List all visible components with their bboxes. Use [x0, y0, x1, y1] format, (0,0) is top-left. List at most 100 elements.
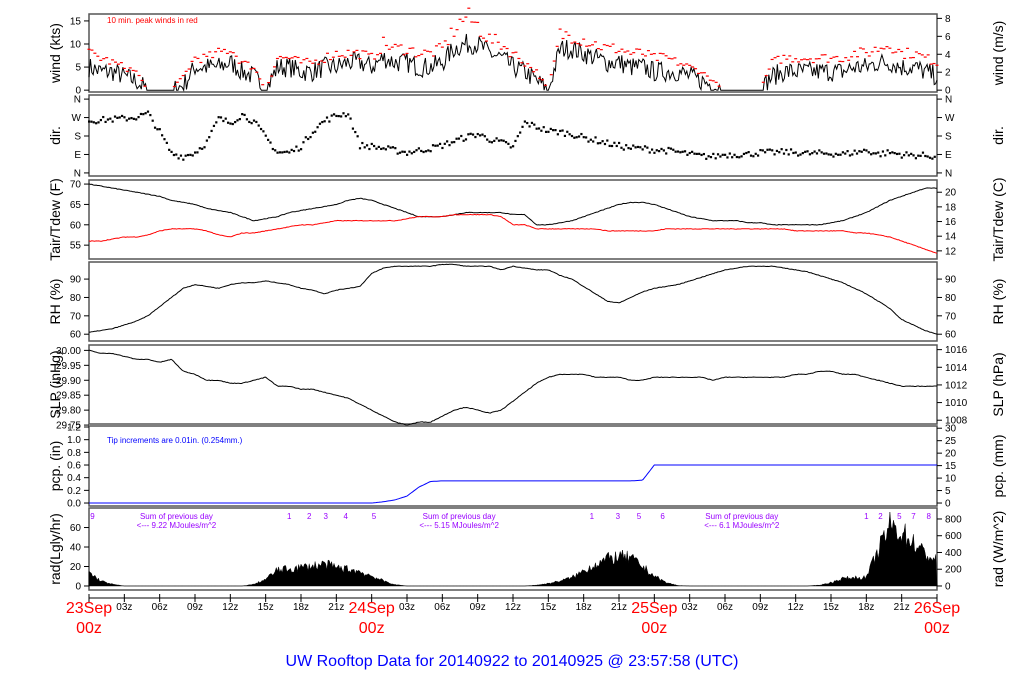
- direction-point: [679, 151, 682, 154]
- direction-point: [759, 148, 762, 152]
- x-tick-label: 21z: [611, 602, 627, 613]
- direction-point: [441, 146, 444, 150]
- y-tick-right-label: 12: [945, 246, 957, 257]
- direction-point: [766, 148, 769, 151]
- direction-point: [519, 131, 522, 134]
- panel-wind: [84, 7, 942, 93]
- direction-point: [118, 116, 121, 119]
- panel-frame: [88, 261, 938, 342]
- direction-point: [632, 144, 635, 147]
- y-axis-label: rad(Lgly/hr): [47, 513, 63, 585]
- daily-sum-value: <--- 9.22 MJoules/m^2: [137, 521, 217, 530]
- direction-point: [888, 152, 892, 155]
- direction-point: [271, 147, 274, 151]
- direction-point: [205, 139, 208, 142]
- direction-point: [867, 151, 870, 154]
- direction-point: [137, 115, 140, 119]
- direction-point: [278, 151, 281, 154]
- direction-point: [601, 140, 604, 143]
- direction-point: [830, 153, 833, 156]
- y-tick-label: S: [74, 132, 81, 143]
- y-tick-label: 0.6: [67, 461, 81, 472]
- y-tick-label: 90: [70, 275, 82, 286]
- direction-point: [634, 146, 637, 149]
- direction-point: [450, 141, 453, 144]
- direction-point: [276, 151, 279, 154]
- direction-point: [877, 151, 880, 154]
- direction-point: [768, 148, 771, 151]
- direction-point: [323, 120, 326, 123]
- direction-point: [476, 132, 479, 136]
- direction-point: [177, 157, 180, 160]
- direction-point: [625, 144, 628, 147]
- y-tick-label: 20: [70, 562, 82, 573]
- direction-point: [252, 119, 256, 122]
- direction-point: [846, 150, 849, 153]
- direction-point: [806, 150, 809, 153]
- direction-point: [773, 153, 776, 156]
- direction-point: [325, 116, 329, 119]
- direction-point: [726, 156, 729, 159]
- direction-point: [288, 151, 291, 154]
- direction-point: [436, 144, 439, 147]
- y-axis-label-right: pcp. (mm): [990, 435, 1006, 498]
- y-tick-right-label: 90: [945, 275, 957, 286]
- direction-point: [643, 145, 647, 148]
- direction-point: [839, 153, 842, 156]
- direction-point: [175, 153, 178, 156]
- direction-point: [245, 118, 249, 121]
- direction-point: [903, 154, 906, 157]
- direction-point: [455, 137, 458, 140]
- direction-point: [217, 116, 220, 119]
- direction-point: [123, 116, 126, 119]
- direction-point: [804, 150, 807, 153]
- direction-point: [446, 140, 449, 143]
- direction-point: [834, 152, 837, 155]
- direction-point: [563, 134, 567, 138]
- direction-point: [281, 151, 284, 154]
- direction-point: [914, 157, 917, 160]
- direction-point: [820, 151, 823, 154]
- direction-point: [172, 153, 175, 157]
- direction-point: [295, 145, 298, 148]
- direction-point: [613, 141, 616, 144]
- direction-point: [194, 151, 197, 154]
- direction-point: [384, 148, 387, 151]
- direction-point: [269, 141, 272, 144]
- hour-note: 1: [864, 512, 869, 521]
- panel-frame: [88, 179, 938, 260]
- direction-point: [413, 150, 416, 154]
- direction-point: [88, 120, 91, 123]
- direction-point: [307, 137, 310, 141]
- direction-point: [153, 126, 157, 129]
- direction-point: [509, 146, 512, 149]
- y-tick-right-label: 14: [945, 232, 957, 243]
- y-tick-right-label: 8: [945, 14, 951, 25]
- direction-point: [111, 120, 114, 123]
- direction-point: [851, 153, 854, 156]
- y-axis-label: wind (kts): [47, 23, 63, 84]
- x-tick-label: 15z: [823, 602, 839, 613]
- direction-point: [533, 123, 536, 126]
- direction-point: [495, 137, 498, 140]
- y-tick-right-label: 80: [945, 293, 957, 304]
- direction-point: [855, 152, 859, 155]
- hour-note: 5: [372, 512, 377, 521]
- direction-point: [728, 152, 731, 155]
- direction-point: [629, 147, 632, 150]
- direction-point: [731, 156, 734, 159]
- direction-point: [587, 140, 590, 143]
- direction-point: [370, 142, 373, 146]
- direction-point: [361, 141, 364, 145]
- direction-point: [554, 129, 557, 132]
- direction-point: [504, 141, 508, 144]
- direction-point: [566, 130, 569, 133]
- x-tick-label: 12z: [222, 602, 238, 613]
- direction-point: [90, 120, 93, 123]
- direction-point: [792, 151, 795, 155]
- direction-point: [104, 120, 107, 124]
- x-tick-label: 18z: [858, 602, 874, 613]
- direction-point: [464, 138, 468, 141]
- direction-point: [408, 150, 411, 153]
- direction-point: [443, 142, 446, 145]
